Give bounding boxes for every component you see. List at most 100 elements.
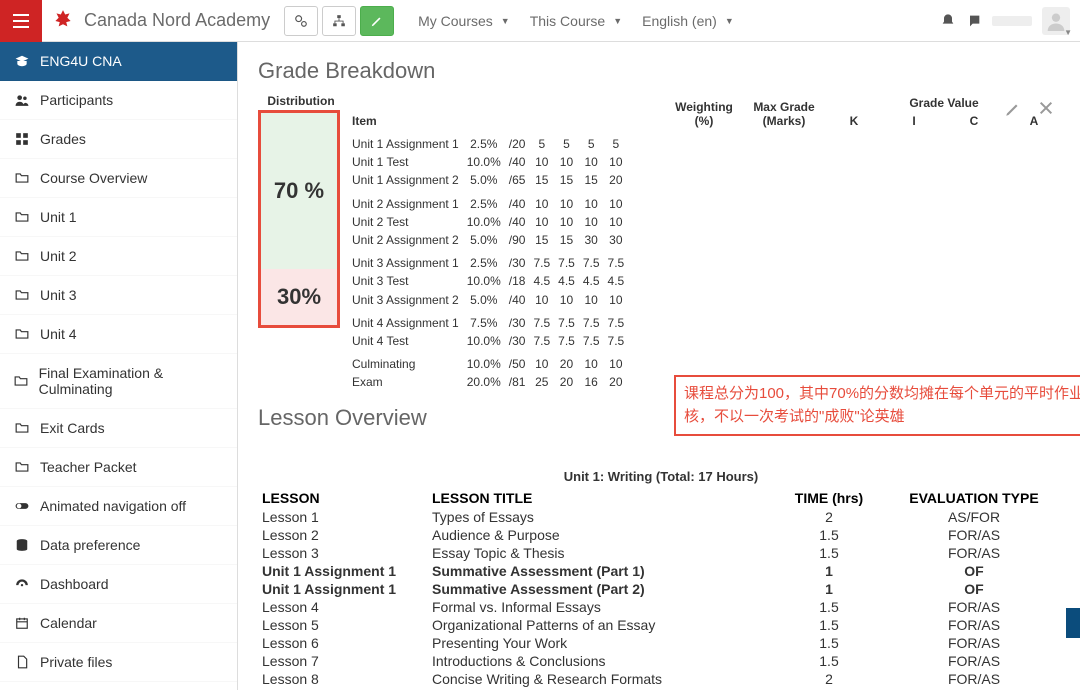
sidebar-item-data-preference[interactable]: Data preference [0, 526, 237, 565]
folder-icon [14, 421, 30, 435]
col-lesson: LESSON [258, 488, 428, 508]
topbar: Canada Nord Academy My Courses This Cour… [0, 0, 1080, 42]
grade-breakdown-heading: Grade Breakdown [258, 58, 1064, 84]
grid-icon [14, 132, 30, 146]
cap-icon [14, 54, 30, 68]
gauge-icon [14, 577, 30, 591]
lesson-row: Lesson 8Concise Writing & Research Forma… [258, 670, 1064, 688]
sidebar-label: Unit 2 [40, 248, 77, 264]
distribution-70: 70 % [261, 113, 337, 269]
sidebar-label: Grades [40, 131, 86, 147]
grade-row: Culminating10.0%/5010201010 [344, 350, 628, 373]
sidebar-item-grades[interactable]: Grades [0, 120, 237, 159]
sidebar-item-unit-4[interactable]: Unit 4 [0, 315, 237, 354]
col-max: Max Grade (Marks) [744, 94, 824, 130]
sidebar-item-dashboard[interactable]: Dashboard [0, 565, 237, 604]
grade-row: Unit 2 Assignment 25.0%/9015153030 [344, 231, 628, 249]
sidebar: ENG4U CNA Participants Grades Course Overvi… [0, 42, 238, 690]
lesson-row: Lesson 2Audience & Purpose1.5FOR/AS [258, 526, 1064, 544]
sidebar-item-course-overview[interactable]: Course Overview [0, 159, 237, 198]
sidebar-item-teacher-packet[interactable]: Teacher Packet [0, 448, 237, 487]
file-icon [14, 655, 30, 669]
col-eval: EVALUATION TYPE [884, 488, 1064, 508]
sidebar-item-animated-navigation-off[interactable]: Animated navigation off [0, 487, 237, 526]
lesson-row: Lesson 5Organizational Patterns of an Es… [258, 616, 1064, 634]
col-item: Item [344, 94, 664, 130]
sidebar-label: Private files [40, 654, 112, 670]
avatar-icon[interactable]: ▼ [1042, 7, 1070, 35]
sidebar-item-eng4u-cna[interactable]: ENG4U CNA [0, 42, 237, 81]
gears-button[interactable] [284, 6, 318, 36]
sidebar-item-unit-2[interactable]: Unit 2 [0, 237, 237, 276]
col-weight: Weighting (%) [664, 94, 744, 130]
grade-row: Unit 1 Assignment 12.5%/205555 [344, 130, 628, 153]
blue-side-stub [1066, 608, 1080, 638]
pencil-icon[interactable] [1004, 100, 1022, 118]
sidebar-item-content-bank[interactable]: Content bank [0, 682, 237, 690]
lesson-row: Unit 1 Assignment 1Summative Assessment … [258, 580, 1064, 598]
grade-row: Unit 1 Test10.0%/4010101010 [344, 153, 628, 171]
col-c: C [944, 112, 1004, 130]
grade-row: Unit 3 Test10.0%/184.54.54.54.5 [344, 272, 628, 290]
bell-icon[interactable] [940, 13, 956, 29]
folder-icon [14, 171, 30, 185]
edit-button[interactable] [360, 6, 394, 36]
folder-icon [14, 249, 30, 263]
sitemap-button[interactable] [322, 6, 356, 36]
sidebar-label: Data preference [40, 537, 140, 553]
chat-icon[interactable] [966, 13, 982, 29]
sidebar-label: Unit 4 [40, 326, 77, 342]
sidebar-item-unit-1[interactable]: Unit 1 [0, 198, 237, 237]
col-time: TIME (hrs) [774, 488, 884, 508]
folder-icon [14, 374, 29, 388]
sidebar-label: Course Overview [40, 170, 147, 186]
folder-icon [14, 327, 30, 341]
nav-my-courses[interactable]: My Courses [408, 13, 520, 29]
logo-icon [50, 8, 76, 34]
grade-row: Unit 4 Assignment 17.5%/307.57.57.57.5 [344, 309, 628, 332]
sidebar-label: Animated navigation off [40, 498, 186, 514]
sidebar-item-exit-cards[interactable]: Exit Cards [0, 409, 237, 448]
grade-row: Unit 3 Assignment 12.5%/307.57.57.57.5 [344, 249, 628, 272]
sidebar-label: Exit Cards [40, 420, 105, 436]
sidebar-item-unit-3[interactable]: Unit 3 [0, 276, 237, 315]
sidebar-label: Unit 1 [40, 209, 77, 225]
lesson-row: Lesson 4Formal vs. Informal Essays1.5FOR… [258, 598, 1064, 616]
grade-row: Unit 1 Assignment 25.0%/6515151520 [344, 171, 628, 189]
folder-icon [14, 460, 30, 474]
sidebar-item-participants[interactable]: Participants [0, 81, 237, 120]
brand-title[interactable]: Canada Nord Academy [84, 10, 270, 31]
col-k: K [824, 112, 884, 130]
distribution-30: 30% [261, 269, 337, 325]
sidebar-item-calendar[interactable]: Calendar [0, 604, 237, 643]
lesson-row: Lesson 6Presenting Your Work1.5FOR/AS [258, 634, 1064, 652]
grade-row: Unit 3 Assignment 25.0%/4010101010 [344, 291, 628, 309]
user-name-blur [992, 16, 1032, 26]
sidebar-label: Dashboard [40, 576, 109, 592]
sidebar-item-private-files[interactable]: Private files [0, 643, 237, 682]
folder-icon [14, 210, 30, 224]
lesson-row: Unit 1 Assignment 1Summative Assessment … [258, 562, 1064, 580]
lesson-row: Lesson 3Essay Topic & Thesis1.5FOR/AS [258, 544, 1064, 562]
sidebar-label: Final Examination & Culminating [39, 365, 223, 397]
db-icon [14, 538, 30, 552]
grade-row: Exam20.0%/8125201620 [344, 373, 628, 391]
sidebar-label: ENG4U CNA [40, 53, 122, 69]
cal-icon [14, 616, 30, 630]
close-icon[interactable] [1038, 100, 1054, 118]
distribution-label: Distribution [258, 94, 344, 108]
lesson-row: Lesson 7Introductions & Conclusions1.5FO… [258, 652, 1064, 670]
users-icon [14, 93, 30, 107]
hamburger-button[interactable] [0, 0, 42, 42]
sidebar-item-final-examination-culminating[interactable]: Final Examination & Culminating [0, 354, 237, 409]
lesson-table: LESSON LESSON TITLE TIME (hrs) EVALUATIO… [258, 488, 1064, 690]
grade-row: Unit 2 Assignment 12.5%/4010101010 [344, 190, 628, 213]
grade-row: Unit 2 Test10.0%/4010101010 [344, 213, 628, 231]
nav-this-course[interactable]: This Course [520, 13, 632, 29]
sidebar-label: Unit 3 [40, 287, 77, 303]
nav-language[interactable]: English (en) [632, 13, 744, 29]
annotation-box: 课程总分为100，其中70%的分数均摊在每个单元的平时作业中，其余30%来自于期… [674, 375, 1080, 436]
folder-icon [14, 288, 30, 302]
grade-table: Item Weighting (%) Max Grade (Marks) Gra… [344, 94, 1064, 391]
grade-row: Unit 4 Test10.0%/307.57.57.57.5 [344, 332, 628, 350]
